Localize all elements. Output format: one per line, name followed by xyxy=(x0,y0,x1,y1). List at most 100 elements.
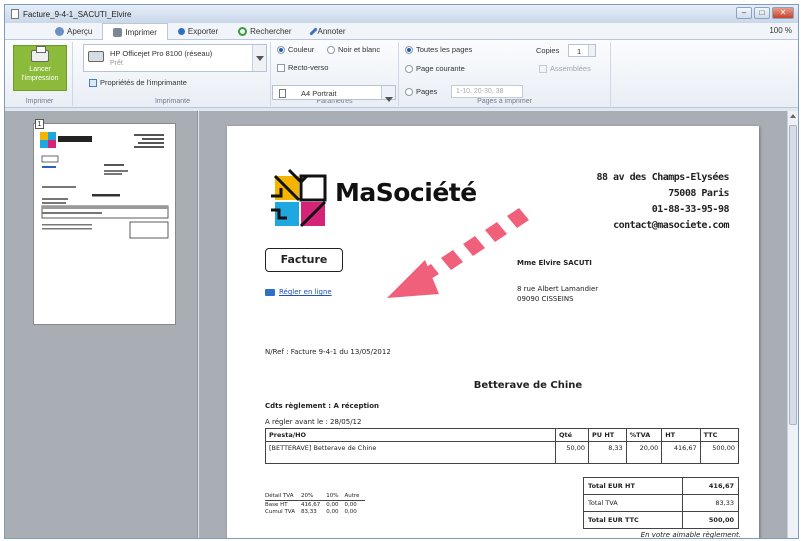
printer-icon xyxy=(88,51,104,62)
radio-icon xyxy=(405,87,413,96)
pages-input[interactable]: 1-10, 20-30, 38 xyxy=(451,85,523,98)
format-select[interactable]: A4 Portrait xyxy=(272,85,396,102)
format-value: A4 Portrait xyxy=(301,89,337,98)
all-pages-radio[interactable]: Toutes les pages xyxy=(405,45,472,54)
total-label: Total EUR TTC xyxy=(583,511,683,529)
current-page-label: Page courante xyxy=(416,64,465,73)
color-label: Couleur xyxy=(288,45,315,54)
column-header: Autre xyxy=(344,492,366,501)
minimize-button[interactable]: – xyxy=(736,7,752,19)
column-header: 10% xyxy=(326,492,345,501)
zoom-level: 100 % xyxy=(769,26,792,35)
maximize-button[interactable]: □ xyxy=(754,7,770,19)
table-cell: 50,00 xyxy=(554,441,590,464)
preview-area: MaSociété 88 av des Champs-Elysées 75008… xyxy=(199,111,789,539)
tab-label: Exporter xyxy=(187,26,219,36)
vat-detail-table: Détail TVA 20% 10% Autre Base HT 416,67 … xyxy=(265,492,366,515)
properties-icon xyxy=(89,78,97,87)
title-bar: Facture_9-4-1_SACUTI_Elvire – □ ✕ xyxy=(5,5,798,23)
chevron-down-icon[interactable] xyxy=(381,86,395,102)
group-label: Imprimante xyxy=(154,98,190,105)
vertical-scrollbar[interactable] xyxy=(787,111,798,538)
client-street: 8 rue Albert Lamandier xyxy=(517,285,599,293)
tab-rechercher[interactable]: Rechercher xyxy=(228,23,301,39)
total-label: Total TVA xyxy=(583,494,683,512)
collate-label: Assemblées xyxy=(550,64,591,73)
column-header: %TVA xyxy=(625,428,663,442)
document-icon xyxy=(11,9,19,19)
chevron-down-icon[interactable] xyxy=(252,45,266,71)
page-thumbnail[interactable] xyxy=(33,123,176,325)
tab-apercu[interactable]: Aperçu xyxy=(45,23,102,39)
table-header-row: Détail TVA 20% 10% Autre xyxy=(265,492,366,501)
radio-icon xyxy=(327,45,335,54)
copies-value: 1 xyxy=(577,47,582,56)
printer-properties-label: Propriétés de l'imprimante xyxy=(100,78,187,87)
credit-card-icon xyxy=(265,288,275,296)
scroll-up-icon[interactable] xyxy=(790,114,796,118)
table-cell: Base HT xyxy=(265,502,288,508)
invoice-lines-table: Presta/HO Qté PU HT %TVA HT TTC [BETTERA… xyxy=(265,428,740,464)
pages-radio[interactable]: Pages xyxy=(405,87,437,96)
tab-imprimer[interactable]: Imprimer xyxy=(102,23,168,40)
printer-select[interactable]: HP Officejet Pro 8100 (réseau) Prêt xyxy=(83,44,267,72)
table-cell: [BETTERAVE] Betterave de Chine xyxy=(265,441,556,464)
thumbnail-panel: 1 xyxy=(5,111,198,538)
pen-icon xyxy=(308,26,318,36)
tab-label: Annoter xyxy=(317,26,346,36)
table-cell: 416,67 xyxy=(661,441,701,464)
address-line: 88 av des Champs-Elysées xyxy=(596,172,730,183)
current-page-radio[interactable]: Page courante xyxy=(405,64,465,73)
bw-radio[interactable]: Noir et blanc xyxy=(327,45,380,54)
print-ribbon: Lancer l'impression Imprimer Imprimante … xyxy=(5,40,798,108)
printer-icon xyxy=(113,27,123,37)
invoice-reference: N/Ref : Facture 9-4-1 du 13/05/2012 xyxy=(265,348,391,356)
duplex-checkbox[interactable]: Recto-verso xyxy=(277,63,328,72)
scrollbar-thumb[interactable] xyxy=(789,125,797,425)
document-type-box: Facture xyxy=(265,248,343,272)
column-header: Presta/HO xyxy=(265,428,556,442)
company-email: contact@masociete.com xyxy=(613,220,729,231)
column-header: TTC xyxy=(699,428,740,442)
table-cell: 416,67 xyxy=(300,502,321,508)
tab-exporter[interactable]: Exporter xyxy=(168,23,228,39)
client-name: Mme Elvire SACUTI xyxy=(517,259,592,267)
company-logo xyxy=(271,168,327,228)
table-cell: 500,00 xyxy=(699,441,740,464)
pay-online-label: Régler en ligne xyxy=(279,288,332,296)
client-city: 09090 CISSEINS xyxy=(517,295,574,303)
pages-label: Pages xyxy=(416,87,438,96)
total-value: 416,67 xyxy=(681,477,740,495)
client-address: Mme Elvire SACUTI 8 rue Albert Lamandier… xyxy=(517,258,598,304)
table-cell: 0,00 xyxy=(344,509,357,515)
footer-note: En votre aimable règlement. xyxy=(640,531,741,539)
tab-annoter[interactable]: Annoter xyxy=(302,23,356,39)
spinner-icon[interactable] xyxy=(588,45,595,56)
table-row: Total EUR TTC 500,00 xyxy=(583,511,740,529)
invoice-page: MaSociété 88 av des Champs-Elysées 75008… xyxy=(227,126,759,539)
company-address: 88 av des Champs-Elysées 75008 Paris 01-… xyxy=(597,170,730,234)
group-label: Pages à imprimer xyxy=(477,98,532,105)
table-cell: Cumul TVA xyxy=(265,509,295,515)
pay-online-link[interactable]: Régler en ligne xyxy=(265,288,332,296)
checkbox-icon xyxy=(277,63,285,72)
radio-icon xyxy=(405,45,413,54)
collate-checkbox[interactable]: Assemblées xyxy=(539,64,591,73)
print-button[interactable]: Lancer l'impression xyxy=(13,45,67,91)
print-button-label: Lancer l'impression xyxy=(21,66,59,82)
thumbnail-preview xyxy=(40,132,169,239)
group-label: Imprimer xyxy=(25,98,54,105)
table-cell: 20,00 xyxy=(625,441,663,464)
close-button[interactable]: ✕ xyxy=(772,7,794,19)
column-header: PU HT xyxy=(588,428,627,442)
color-radio[interactable]: Couleur xyxy=(277,45,314,54)
column-header: Détail TVA xyxy=(265,492,301,501)
printer-properties-link[interactable]: Propriétés de l'imprimante xyxy=(89,78,187,87)
page-icon xyxy=(279,89,286,98)
table-cell: 0,00 xyxy=(326,502,339,508)
printer-status: Prêt xyxy=(110,60,123,67)
bw-label: Noir et blanc xyxy=(338,45,381,54)
totals-table: Total EUR HT 416,67 Total TVA 83,33 Tota… xyxy=(583,477,740,529)
invoice-title: Betterave de Chine xyxy=(473,380,583,391)
copies-stepper[interactable]: 1 xyxy=(568,44,596,57)
